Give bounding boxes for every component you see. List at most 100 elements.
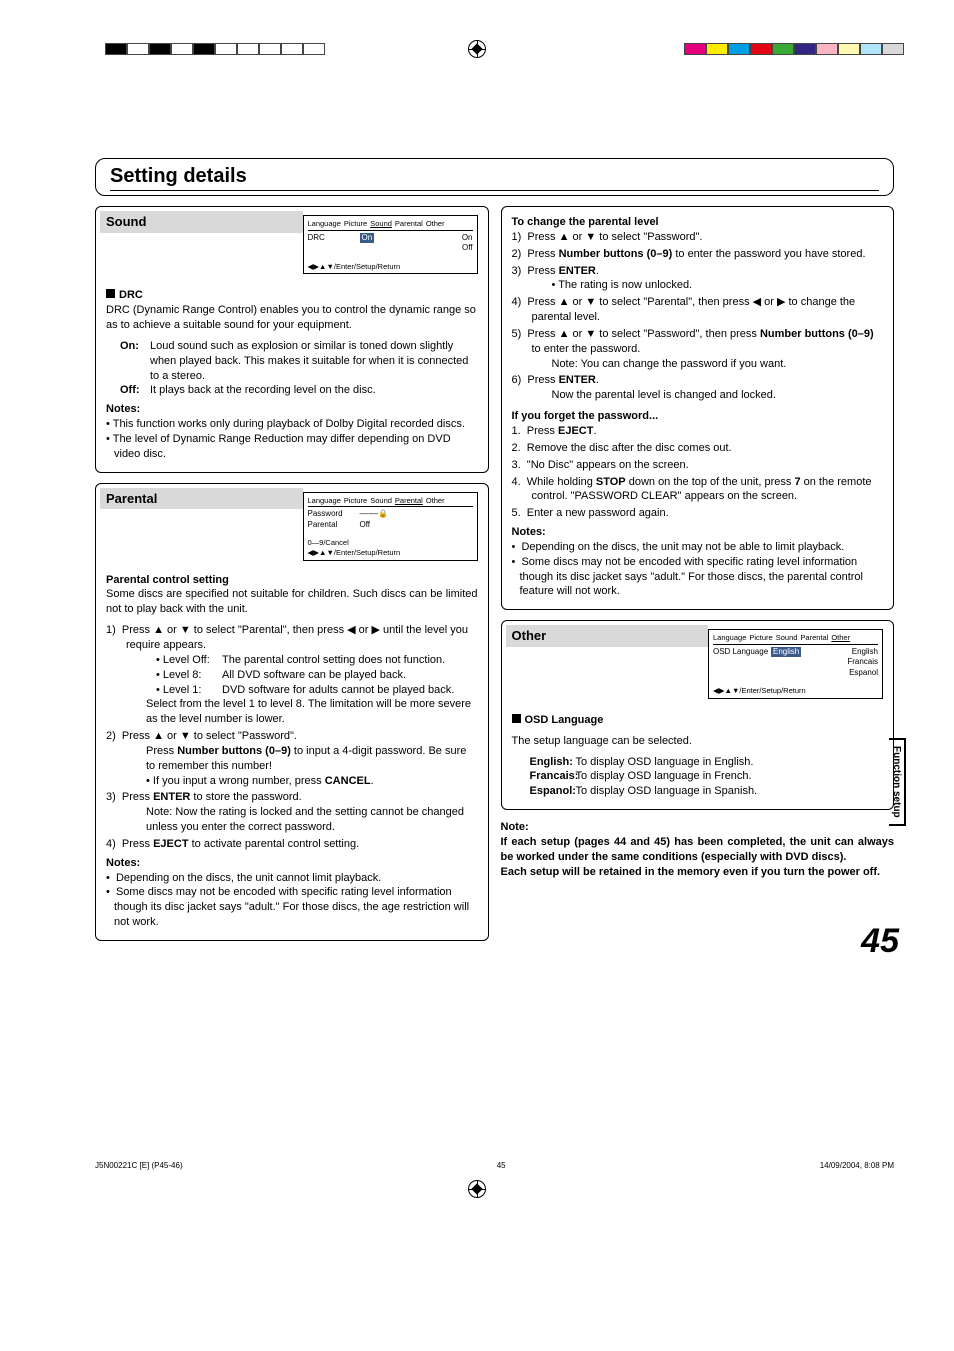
parental-panel: Parental Language Picture Sound Parental… — [95, 483, 489, 941]
notes-head: Notes: — [106, 856, 478, 871]
t: EJECT — [558, 425, 593, 437]
osd-tab-active: Parental — [395, 496, 423, 506]
osd-tab-active: Sound — [370, 219, 392, 229]
level-text: All DVD software can be played back. — [222, 668, 406, 683]
t: Note: You can change the password if you… — [532, 357, 884, 372]
t: Press — [146, 745, 177, 757]
osd-tab: Parental — [395, 219, 423, 229]
osd-label: DRC — [308, 233, 360, 243]
level-text: The parental control setting does not fu… — [222, 653, 445, 668]
osd-tab: Picture — [344, 496, 367, 506]
t: ENTER — [559, 374, 596, 386]
t: . — [371, 775, 374, 787]
step-text: Press ▲ or ▼ to select "Password". — [122, 730, 297, 742]
step-note: Note: Now the rating is locked and the s… — [126, 805, 478, 835]
cstep: 1) Press ▲ or ▼ to select "Password". — [512, 230, 884, 245]
osd-value: – – – – 🔒 — [360, 509, 388, 519]
t: Press — [527, 374, 558, 386]
osd-tab: Other — [426, 496, 445, 506]
level-text: DVD software for adults cannot be played… — [222, 683, 454, 698]
note-text: Some discs may not be encoded with speci… — [520, 556, 863, 598]
on-text: Loud sound such as explosion or similar … — [150, 339, 478, 384]
note-item: • Some discs may not be encoded with spe… — [512, 555, 884, 600]
note-item: • Some discs may not be encoded with spe… — [106, 885, 478, 930]
lang-label: English: — [530, 755, 576, 770]
osd-footer: 0—9/Cancel — [308, 538, 473, 548]
t: • If you input a wrong number, press — [146, 775, 325, 787]
osd-label: OSD Language — [713, 647, 771, 657]
osd-tab: Picture — [344, 219, 367, 229]
osd-option: Francais — [847, 657, 878, 667]
note-text: This function works only during playback… — [113, 418, 465, 430]
parental-heading: Parental — [100, 488, 303, 510]
t: Number buttons (0–9) — [177, 745, 291, 757]
t: Press ▲ or ▼ to select "Password". — [527, 231, 702, 243]
cstep: 4) Press ▲ or ▼ to select "Parental", th… — [512, 295, 884, 325]
osd-option: On — [462, 233, 473, 243]
t: While holding — [527, 476, 596, 488]
osd-option: Espanol — [849, 668, 878, 678]
t: STOP — [596, 476, 626, 488]
t: EJECT — [153, 838, 188, 850]
pcs-head: Parental control setting — [106, 573, 478, 588]
pcs-body: Some discs are specified not suitable fo… — [106, 587, 478, 617]
notes-head: Notes: — [512, 525, 884, 540]
registration-bottom — [468, 1180, 486, 1198]
footer-left: J5N00221C [E] (P45-46) — [95, 1161, 183, 1170]
fstep: 2. Remove the disc after the disc comes … — [512, 441, 884, 456]
drc-head: DRC — [119, 289, 143, 301]
t: Press ▲ or ▼ to select "Parental", then … — [527, 296, 855, 323]
sound-panel: Sound Language Picture Sound Parental Ot… — [95, 206, 489, 473]
side-tab: Function setup — [889, 738, 906, 826]
cstep: 6) Press ENTER. Now the parental level i… — [512, 373, 884, 403]
t: Press — [527, 425, 558, 437]
step-4: 4) Press EJECT to activate parental cont… — [106, 837, 478, 852]
fstep: 4. While holding STOP down on the top of… — [512, 475, 884, 505]
on-label: On: — [120, 339, 150, 384]
cstep: 3) Press ENTER. • The rating is now unlo… — [512, 264, 884, 294]
parental-osd: Language Picture Sound Parental Other Pa… — [303, 492, 478, 561]
t: ENTER — [153, 791, 190, 803]
fstep: 3. "No Disc" appears on the screen. — [512, 458, 884, 473]
osd-value: On — [360, 233, 375, 243]
note-item: • This function works only during playba… — [106, 417, 478, 432]
t: Enter a new password again. — [527, 507, 669, 519]
t: to store the password. — [190, 791, 301, 803]
change-head: To change the parental level — [512, 215, 884, 230]
note-text: Some discs may not be encoded with speci… — [114, 886, 469, 928]
t: to enter the password. — [532, 343, 641, 355]
osd-label: Password — [308, 509, 360, 519]
osd-option: Off — [462, 243, 473, 253]
osdlang-head: OSD Language — [525, 714, 604, 726]
fstep: 5. Enter a new password again. — [512, 506, 884, 521]
t: Number buttons (0–9) — [559, 248, 673, 260]
sound-heading: Sound — [100, 211, 303, 233]
t: . — [593, 425, 596, 437]
osd-option: English — [852, 647, 878, 657]
t: Press — [527, 265, 558, 277]
step-3: 3) Press ENTER to store the password. No… — [106, 790, 478, 835]
note-item: • Depending on the discs, the unit may n… — [512, 540, 884, 555]
osd-tab: Other — [426, 219, 445, 229]
t: Press ▲ or ▼ to select "Password", then … — [527, 328, 760, 340]
step-text: Select from the level 1 to level 8. The … — [126, 697, 478, 727]
change-parental-panel: To change the parental level 1) Press ▲ … — [501, 206, 895, 610]
note-item: • The level of Dynamic Range Reduction m… — [106, 432, 478, 462]
t: "No Disc" appears on the screen. — [527, 459, 689, 471]
osd-tab: Picture — [749, 633, 772, 643]
t: Press — [527, 248, 558, 260]
t: to enter the password you have stored. — [672, 248, 865, 260]
osd-value: Off — [360, 520, 371, 530]
t: Number buttons (0–9) — [760, 328, 874, 340]
osd-tab: Sound — [370, 496, 392, 506]
level-label: • Level 8: — [156, 668, 222, 683]
t: Press — [122, 791, 153, 803]
level-label: • Level 1: — [156, 683, 222, 698]
off-text: It plays back at the recording level on … — [150, 383, 376, 398]
cstep: 2) Press Number buttons (0–9) to enter t… — [512, 247, 884, 262]
page-title: Setting details — [110, 165, 879, 188]
osd-tab: Language — [713, 633, 746, 643]
lang-text: To display OSD language in English. — [576, 755, 754, 770]
forgot-head: If you forget the password... — [512, 409, 884, 424]
note-head: Note: — [501, 820, 895, 835]
